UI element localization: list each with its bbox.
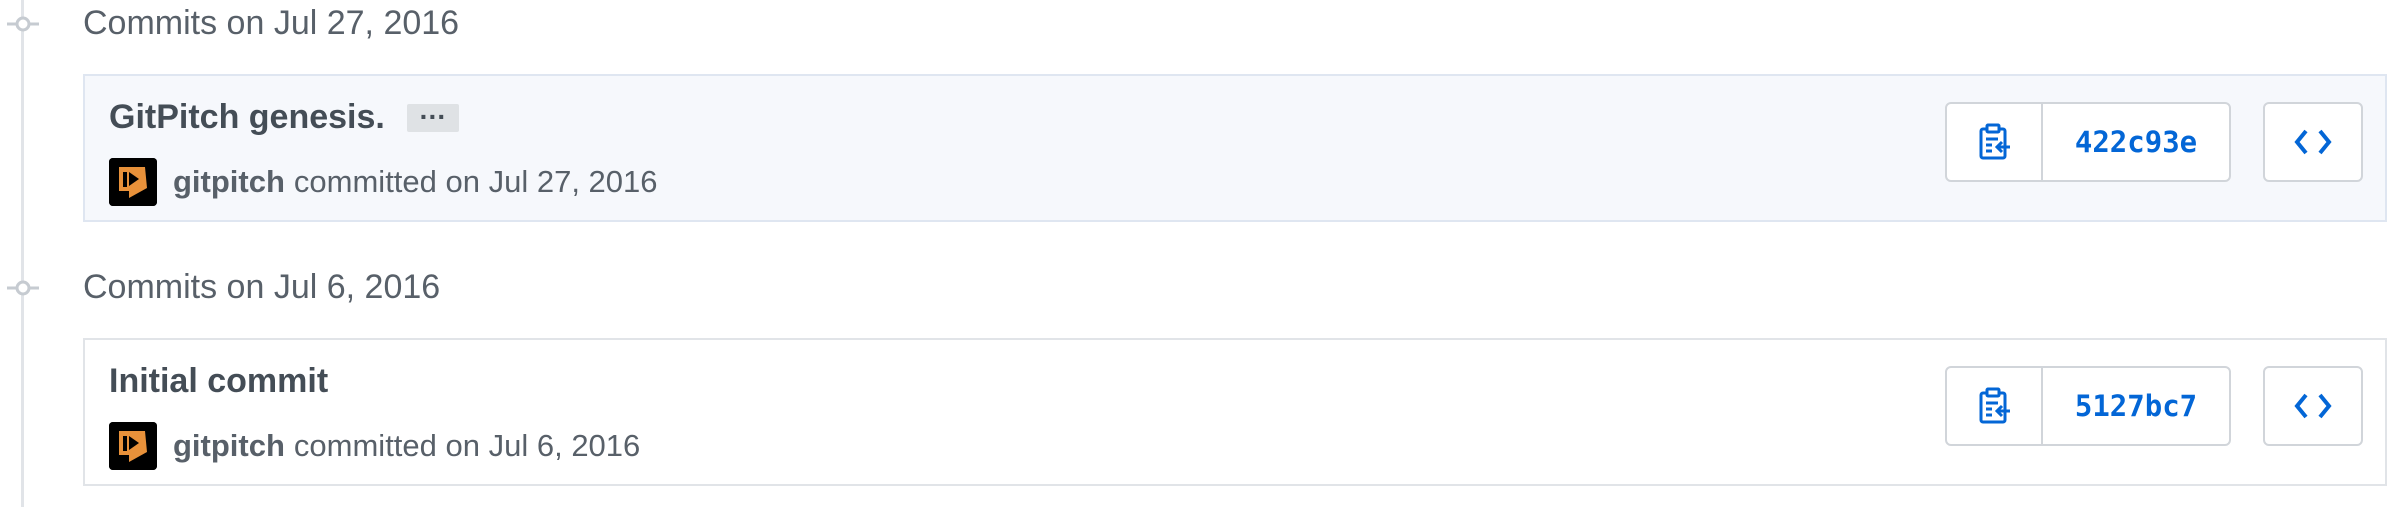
- commit-sha-link[interactable]: 422c93e: [2043, 104, 2229, 180]
- timeline-line: [21, 0, 24, 507]
- copy-sha-button[interactable]: [1947, 104, 2043, 180]
- avatar[interactable]: [109, 422, 157, 470]
- avatar[interactable]: [109, 158, 157, 206]
- commit-sha-link[interactable]: 5127bc7: [2043, 368, 2229, 444]
- commit-meta: gitpitch committed on Jul 6, 2016: [109, 422, 640, 470]
- sha-button-group: 5127bc7: [1945, 366, 2231, 446]
- author-link[interactable]: gitpitch: [173, 164, 285, 200]
- copy-sha-button[interactable]: [1947, 368, 2043, 444]
- clippy-icon: [1979, 123, 2010, 160]
- sha-button-group: 422c93e: [1945, 102, 2231, 182]
- commit-date-text: committed on Jul 27, 2016: [293, 164, 658, 199]
- code-icon: [2294, 129, 2332, 155]
- commit-message-link[interactable]: Initial commit: [109, 362, 328, 401]
- browse-repo-button[interactable]: [2263, 366, 2363, 446]
- commit-title: GitPitch genesis. …: [109, 94, 459, 137]
- commit-group-date: Commits on Jul 6, 2016: [83, 268, 441, 306]
- commit-meta: gitpitch committed on Jul 27, 2016: [109, 158, 658, 206]
- code-icon: [2294, 393, 2332, 419]
- gitpitch-logo-icon: [109, 158, 157, 206]
- clippy-icon: [1979, 387, 2010, 424]
- commit-item: Initial commit gitpitch committed on Jul…: [83, 338, 2387, 486]
- browse-repo-button[interactable]: [2263, 102, 2363, 182]
- commit-timeline: Commits on Jul 27, 2016 GitPitch genesis…: [0, 0, 2400, 507]
- ellipsis-label: …: [418, 93, 448, 125]
- commit-node-icon: [7, 16, 39, 32]
- commit-title: Initial commit: [109, 362, 328, 401]
- commit-date-text: committed on Jul 6, 2016: [293, 428, 641, 463]
- commit-group-date: Commits on Jul 27, 2016: [83, 4, 460, 42]
- expand-message-button[interactable]: …: [406, 94, 459, 132]
- gitpitch-logo-icon: [109, 422, 157, 470]
- commit-node-icon: [7, 280, 39, 296]
- author-link[interactable]: gitpitch: [173, 428, 285, 464]
- commit-message-link[interactable]: GitPitch genesis.: [109, 98, 385, 137]
- commit-item: GitPitch genesis. … gitpitch committed o…: [83, 74, 2387, 222]
